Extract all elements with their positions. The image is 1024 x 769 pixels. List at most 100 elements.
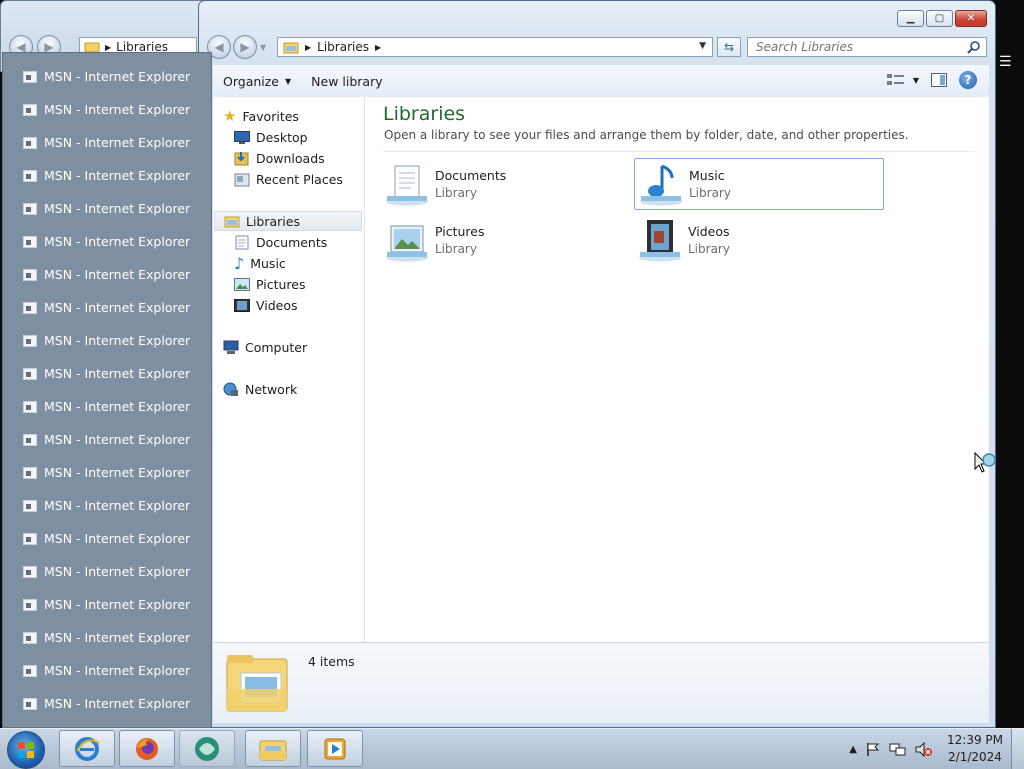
refresh-icon: ⇆ — [723, 40, 735, 54]
forward-button[interactable]: ▶ — [233, 35, 257, 59]
taskbar-file-explorer[interactable] — [245, 730, 301, 767]
content-pane: Libraries Open a library to see your fil… — [365, 97, 989, 642]
recent-places-icon — [234, 173, 250, 186]
taskbar-thumbnail-item[interactable]: MSN - Internet Explorer — [3, 60, 211, 93]
nav-videos[interactable]: Videos — [234, 295, 298, 315]
taskbar-thumbnail-item[interactable]: MSN - Internet Explorer — [3, 291, 211, 324]
system-tray: ▲ 12:39 PM 2/1/2024 — [845, 729, 1024, 769]
internet-explorer-window-icon — [23, 598, 37, 611]
breadcrumb-next-icon[interactable]: ▶ — [375, 43, 381, 52]
taskbar-thumbnail-item[interactable]: MSN - Internet Explorer — [3, 621, 211, 654]
nav-computer[interactable]: Computer — [223, 337, 307, 357]
new-library-button[interactable]: New library — [301, 74, 392, 89]
nav-network[interactable]: Network — [223, 379, 297, 399]
taskbar-thumbnail-item[interactable]: MSN - Internet Explorer — [3, 522, 211, 555]
volume-muted-icon[interactable] — [915, 741, 933, 757]
taskbar-thumbnail-item[interactable]: MSN - Internet Explorer — [3, 588, 211, 621]
nav-recent-places[interactable]: Recent Places — [234, 169, 343, 189]
taskbar-media-player[interactable] — [307, 730, 363, 767]
start-button[interactable] — [7, 731, 45, 769]
internet-explorer-window-icon — [23, 103, 37, 116]
library-videos-name: Videos — [688, 224, 730, 239]
minimize-button[interactable]: ▁ — [897, 10, 924, 27]
taskbar-thumbnail-item[interactable]: MSN - Internet Explorer — [3, 225, 211, 258]
recent-pages-dropdown-icon[interactable]: ▼ — [260, 43, 266, 52]
libraries-large-icon — [226, 655, 288, 712]
file-explorer-icon — [259, 740, 287, 760]
close-button[interactable]: ✕ — [955, 10, 987, 27]
nav-favorites[interactable]: ★ Favorites — [223, 106, 299, 126]
search-icon[interactable] — [967, 40, 981, 54]
nav-desktop-label: Desktop — [256, 129, 308, 145]
videos-icon — [639, 220, 681, 262]
network-icon — [223, 382, 238, 396]
taskbar-thumbnail-item[interactable]: MSN - Internet Explorer — [3, 456, 211, 489]
taskbar-thumbnail-item[interactable]: MSN - Internet Explorer — [3, 654, 211, 687]
address-bar[interactable]: ▶ Libraries ▶ ▼ — [277, 37, 713, 57]
nav-music[interactable]: ♪ Music — [234, 253, 286, 273]
maximize-button[interactable]: ▢ — [926, 10, 953, 27]
library-videos[interactable]: Videos Library — [634, 214, 884, 266]
internet-explorer-window-icon — [23, 565, 37, 578]
explorer-window: ▁ ▢ ✕ ◀ ▶ ▼ ▶ Libraries ▶ ▼ ⇆ Organize ▼… — [198, 0, 996, 728]
organize-menu[interactable]: Organize ▼ — [213, 74, 301, 89]
action-center-flag-icon[interactable] — [865, 742, 881, 757]
forward-arrow-icon: ▶ — [240, 40, 250, 54]
library-music[interactable]: Music Library — [634, 158, 884, 210]
library-pictures-name: Pictures — [435, 224, 485, 239]
internet-explorer-window-icon — [23, 664, 37, 677]
address-dropdown-icon[interactable]: ▼ — [699, 41, 706, 51]
music-note-icon: ♪ — [234, 253, 245, 273]
libraries-folder-icon — [283, 42, 299, 53]
library-pictures[interactable]: Pictures Library — [381, 214, 631, 266]
network-status-icon[interactable] — [889, 742, 907, 757]
taskbar-thumbnail-label: MSN - Internet Explorer — [44, 135, 191, 150]
taskbar-thumbnail-item[interactable]: MSN - Internet Explorer — [3, 192, 211, 225]
search-input[interactable] — [754, 39, 958, 55]
refresh-button[interactable]: ⇆ — [717, 37, 741, 57]
nav-pictures[interactable]: Pictures — [234, 274, 306, 294]
taskbar-thumbnail-label: MSN - Internet Explorer — [44, 597, 191, 612]
breadcrumb-separator-icon: ▶ — [305, 42, 312, 52]
internet-explorer-window-icon — [23, 70, 37, 83]
nav-videos-label: Videos — [256, 297, 298, 313]
nav-desktop[interactable]: Desktop — [234, 127, 308, 147]
preview-pane-icon[interactable] — [931, 73, 947, 87]
library-documents[interactable]: Documents Library — [381, 158, 631, 210]
search-box[interactable] — [747, 37, 987, 57]
taskbar-thumbnail-item[interactable]: MSN - Internet Explorer — [3, 324, 211, 357]
nav-downloads[interactable]: Downloads — [234, 148, 325, 168]
taskbar-thumbnail-item[interactable]: MSN - Internet Explorer — [3, 93, 211, 126]
taskbar-thumbnail-label: MSN - Internet Explorer — [44, 399, 191, 414]
breadcrumb-arrow-icon: ▶ — [105, 42, 112, 52]
change-view-button[interactable]: ▼ — [886, 73, 919, 87]
address-path[interactable]: Libraries — [317, 40, 369, 54]
taskbar-thumbnail-label: MSN - Internet Explorer — [44, 267, 191, 282]
nav-documents-label: Documents — [256, 234, 328, 250]
taskbar-thumbnail-item[interactable]: MSN - Internet Explorer — [3, 489, 211, 522]
help-button[interactable]: ? — [959, 71, 977, 89]
menu-icon[interactable]: ☰ — [999, 54, 1012, 70]
taskbar-internet-explorer[interactable] — [59, 730, 115, 767]
taskbar-thumbnail-item[interactable]: MSN - Internet Explorer — [3, 159, 211, 192]
taskbar-thumbnail-label: MSN - Internet Explorer — [44, 564, 191, 579]
taskbar-thumbnail-item[interactable]: MSN - Internet Explorer — [3, 357, 211, 390]
nav-libraries[interactable]: Libraries — [214, 211, 362, 231]
taskbar-thumbnail-item[interactable]: MSN - Internet Explorer — [3, 258, 211, 291]
taskbar-thumbnail-item[interactable]: MSN - Internet Explorer — [3, 126, 211, 159]
taskbar-thumbnail-item[interactable]: MSN - Internet Explorer — [3, 423, 211, 456]
clock[interactable]: 12:39 PM 2/1/2024 — [947, 732, 1003, 766]
taskbar-thumbnail-label: MSN - Internet Explorer — [44, 69, 191, 84]
taskbar: ▲ 12:39 PM 2/1/2024 — [0, 728, 1024, 769]
taskbar-thumbnail-item[interactable]: MSN - Internet Explorer — [3, 687, 211, 720]
show-hidden-icons-icon[interactable]: ▲ — [849, 744, 857, 755]
organize-dropdown-icon: ▼ — [285, 76, 292, 86]
taskbar-thumbnail-label: MSN - Internet Explorer — [44, 366, 191, 381]
nav-documents[interactable]: Documents — [234, 232, 327, 252]
taskbar-app[interactable] — [179, 730, 235, 767]
pictures-icon — [234, 277, 250, 291]
show-desktop-button[interactable] — [1011, 729, 1024, 769]
taskbar-thumbnail-item[interactable]: MSN - Internet Explorer — [3, 390, 211, 423]
taskbar-firefox[interactable] — [119, 730, 175, 767]
taskbar-thumbnail-item[interactable]: MSN - Internet Explorer — [3, 555, 211, 588]
